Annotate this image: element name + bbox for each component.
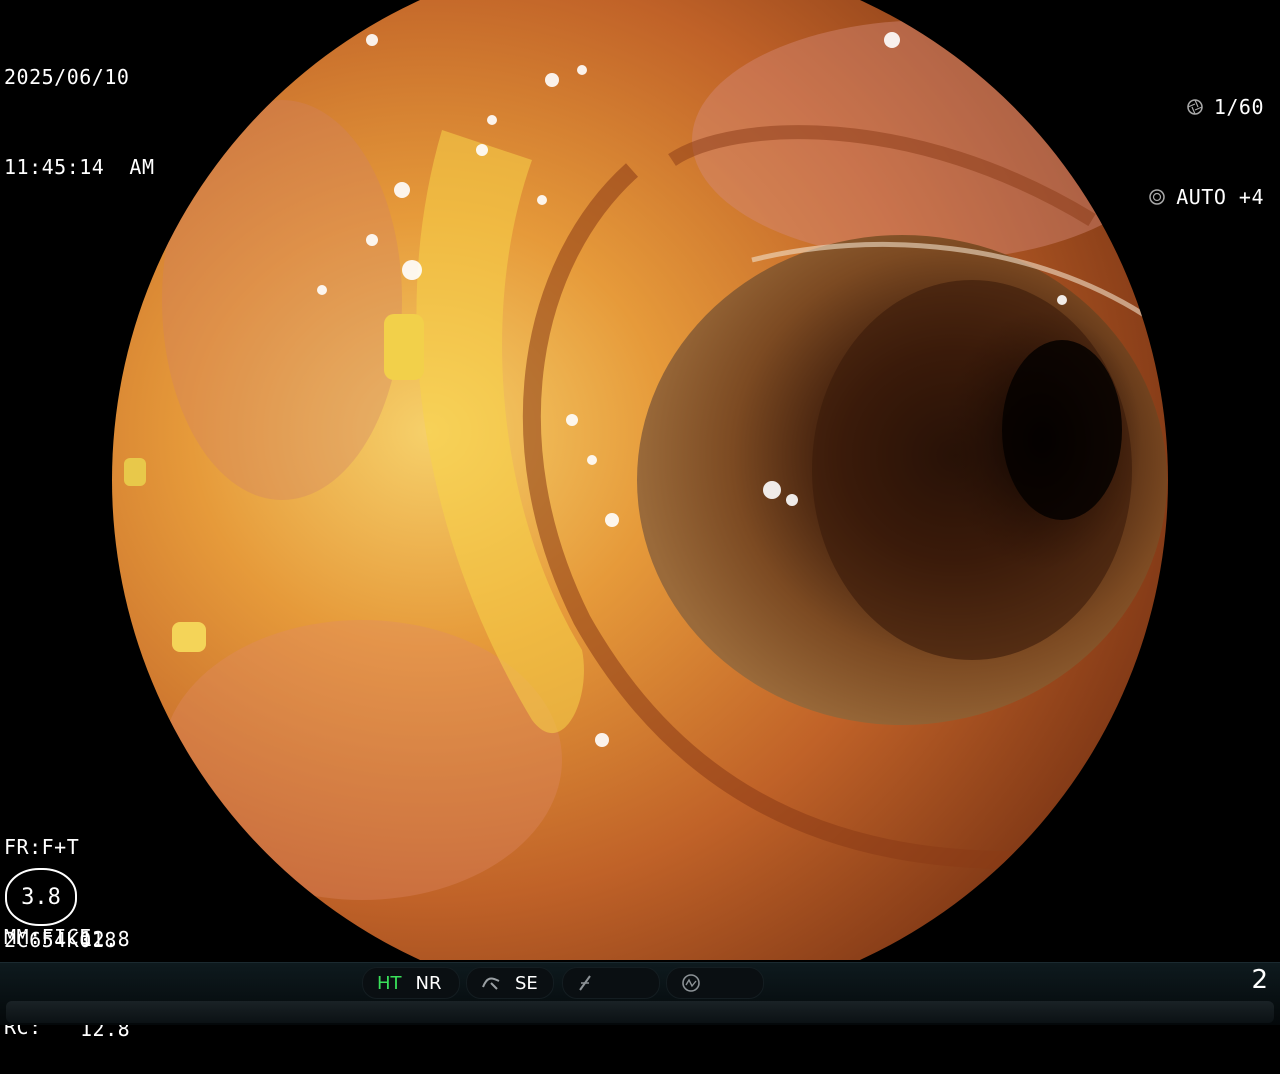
shutter-icon bbox=[1187, 99, 1203, 115]
endoscope-image bbox=[112, 0, 1168, 960]
endoscope-view bbox=[112, 0, 1168, 960]
se-pill[interactable]: SE bbox=[466, 967, 554, 999]
status-bar: HT NR SE 2 bbox=[0, 962, 1280, 1025]
shutter-value: 1/60 bbox=[1213, 95, 1264, 119]
nr-label[interactable]: NR bbox=[416, 973, 442, 994]
status-bar-strip bbox=[6, 1001, 1274, 1023]
ht-label[interactable]: HT bbox=[377, 973, 402, 994]
scope-id: 2C654K018 bbox=[4, 928, 117, 952]
page-number: 2 bbox=[1251, 965, 1268, 995]
f-pill[interactable] bbox=[562, 967, 660, 999]
se-curve-icon bbox=[482, 977, 500, 990]
circle-wave-icon bbox=[682, 974, 700, 992]
se-label[interactable]: SE bbox=[515, 973, 538, 994]
shutter-row: 1/60 bbox=[1148, 92, 1264, 122]
exposure-icon bbox=[1149, 189, 1165, 205]
camera-settings: 1/60 AUTO +4 bbox=[1148, 32, 1264, 242]
fr-text: FR:F+T bbox=[4, 835, 80, 859]
datetime: 2025/06/10 11:45:14 AM bbox=[4, 2, 155, 212]
gauge-value: 3.8 bbox=[21, 884, 61, 910]
f-icon bbox=[579, 975, 591, 991]
circle-pill[interactable] bbox=[666, 967, 764, 999]
exposure-value: AUTO +4 bbox=[1176, 185, 1264, 209]
time-text: 11:45:14 AM bbox=[4, 155, 155, 179]
exposure-row: AUTO +4 bbox=[1148, 182, 1264, 212]
ht-nr-pill[interactable]: HT NR bbox=[362, 967, 460, 999]
gauge-badge: 3.8 bbox=[5, 868, 77, 926]
date-text: 2025/06/10 bbox=[4, 65, 130, 89]
